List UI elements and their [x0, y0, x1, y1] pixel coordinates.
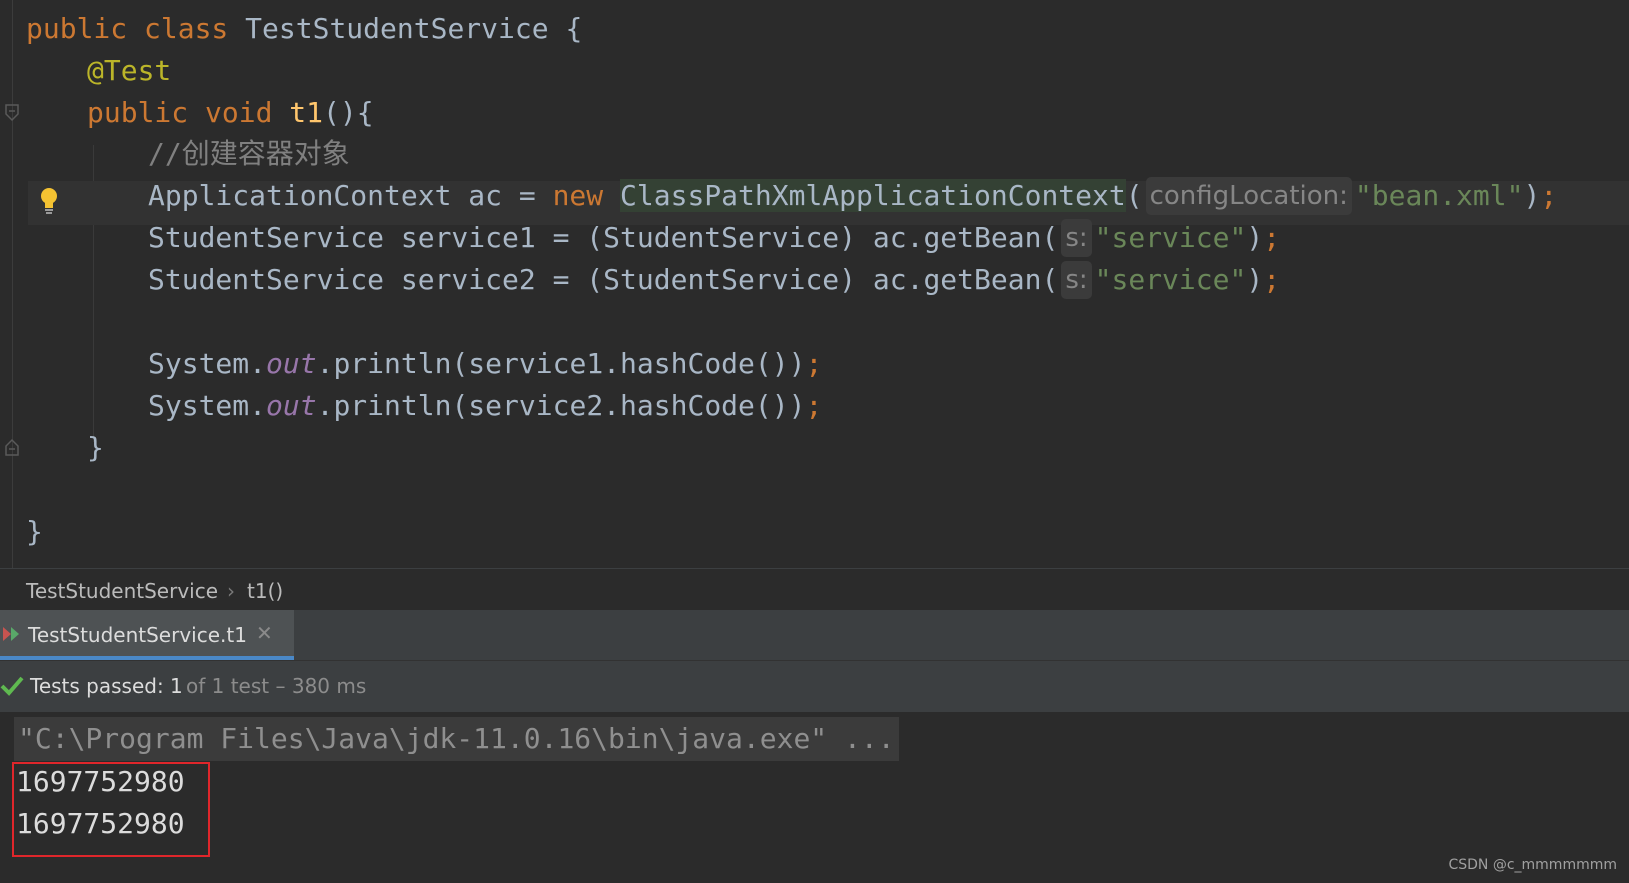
- parameter-hint: s:: [1061, 261, 1092, 299]
- test-run-icon: [3, 627, 19, 641]
- code-line-class-declaration[interactable]: public class TestStudentService {: [26, 7, 582, 51]
- paren: (: [1125, 179, 1143, 212]
- code-text: StudentService service1 = (StudentServic…: [148, 221, 1059, 254]
- code-line-method-close[interactable]: }: [87, 426, 104, 470]
- code-line-service1[interactable]: StudentService service1 = (StudentServic…: [148, 216, 1280, 260]
- breadcrumb-separator: ›: [227, 579, 235, 603]
- brace: }: [87, 431, 104, 464]
- tab-test-run[interactable]: TestStudentService.t1 ✕: [0, 610, 294, 660]
- fold-end-marker-icon[interactable]: [4, 437, 20, 457]
- method-name: t1: [289, 96, 324, 129]
- code-line-method-declaration[interactable]: public void t1(){: [87, 91, 374, 135]
- string-literal: "service": [1094, 221, 1247, 254]
- code-text: .println(service2.hashCode()): [316, 389, 806, 422]
- code-line-annotation[interactable]: @Test: [87, 49, 171, 93]
- semicolon: ;: [1540, 179, 1558, 212]
- lightbulb-icon[interactable]: [38, 186, 60, 216]
- paren: ): [1246, 263, 1264, 296]
- semicolon: ;: [805, 347, 823, 380]
- brace: {: [548, 12, 583, 45]
- code-text: .println(service1.hashCode()): [316, 347, 806, 380]
- highlight-box: [12, 762, 210, 857]
- console-output[interactable]: "C:\Program Files\Java\jdk-11.0.16\bin\j…: [0, 712, 1629, 883]
- parameter-hint: configLocation:: [1145, 177, 1352, 215]
- keyword: public class: [26, 12, 229, 45]
- code-text: StudentService service2 = (StudentServic…: [148, 263, 1059, 296]
- console-command-line[interactable]: "C:\Program Files\Java\jdk-11.0.16\bin\j…: [14, 717, 899, 761]
- code-line-print2[interactable]: System.out.println(service2.hashCode());: [148, 384, 822, 428]
- code-text: System.: [148, 389, 267, 422]
- code-text: ApplicationContext ac =: [148, 179, 553, 212]
- code-line-print1[interactable]: System.out.println(service1.hashCode());: [148, 342, 822, 386]
- keyword: new: [552, 179, 604, 212]
- tests-detail-label: of 1 test – 380 ms: [186, 674, 367, 698]
- paren: ): [1246, 221, 1264, 254]
- code-text: System.: [148, 347, 267, 380]
- gutter-divider: [12, 0, 13, 568]
- code-line-service2[interactable]: StudentService service2 = (StudentServic…: [148, 258, 1280, 302]
- watermark: CSDN @c_mmmmmmm: [1448, 857, 1617, 873]
- parameter-hint: s:: [1061, 219, 1092, 257]
- annotation: @Test: [87, 54, 172, 87]
- code-editor[interactable]: public class TestStudentService { @Test …: [0, 0, 1629, 568]
- close-icon[interactable]: ✕: [256, 621, 273, 645]
- static-field: out: [266, 389, 317, 422]
- brace: }: [26, 515, 43, 548]
- code-line-comment[interactable]: //创建容器对象: [148, 132, 350, 176]
- static-field: out: [266, 347, 317, 380]
- method-params: (){: [323, 96, 374, 129]
- string-literal: "service": [1094, 263, 1247, 296]
- keyword: public void: [87, 96, 273, 129]
- fold-marker-icon[interactable]: [4, 103, 20, 123]
- paren: ): [1523, 179, 1541, 212]
- breadcrumb-method[interactable]: t1(): [247, 579, 283, 603]
- semicolon: ;: [1263, 263, 1281, 296]
- breadcrumb-class[interactable]: TestStudentService: [26, 579, 218, 603]
- tests-passed-label: Tests passed: 1: [30, 674, 183, 698]
- check-icon: [0, 676, 24, 696]
- code-line-application-context[interactable]: ApplicationContext ac = new ClassPathXml…: [148, 174, 1557, 218]
- code-line-class-close[interactable]: }: [26, 510, 43, 554]
- string-literal: "bean.xml": [1354, 179, 1524, 212]
- tab-label: TestStudentService.t1: [28, 623, 247, 647]
- comment: //创建容器对象: [148, 137, 350, 170]
- class-name: TestStudentService: [245, 12, 549, 45]
- run-tool-window-tabs: TestStudentService.t1 ✕: [0, 610, 1629, 660]
- semicolon: ;: [805, 389, 823, 422]
- breadcrumb: TestStudentService › t1(): [0, 568, 1629, 611]
- semicolon: ;: [1263, 221, 1281, 254]
- class-name-highlighted: ClassPathXmlApplicationContext: [620, 179, 1126, 212]
- test-status-bar: Tests passed: 1 of 1 test – 380 ms: [0, 660, 1629, 713]
